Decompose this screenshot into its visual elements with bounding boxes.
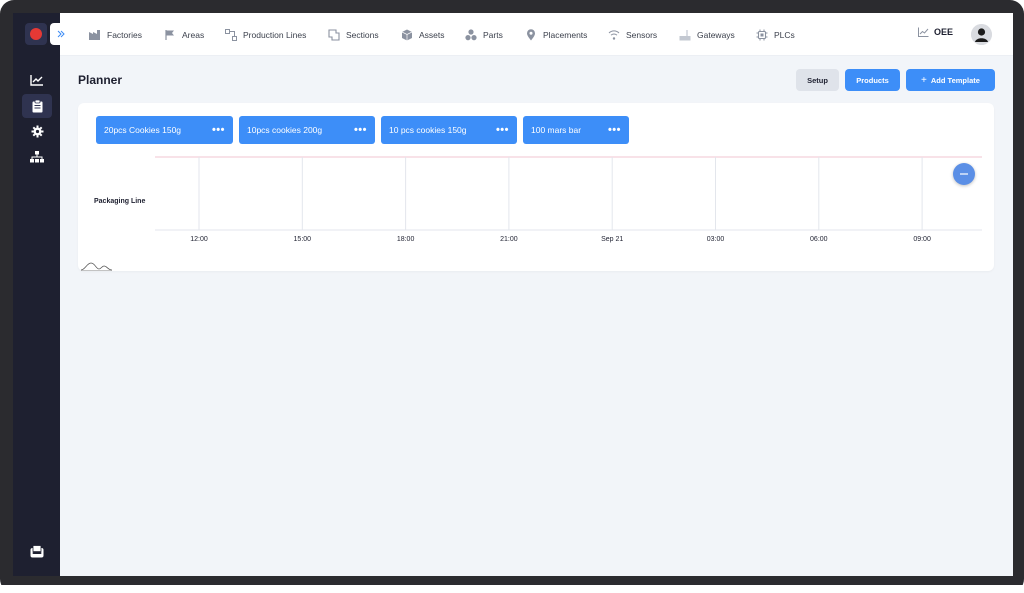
sidebar-item-inbox[interactable]: [22, 539, 52, 563]
timeline-tick-label: 12:00: [190, 236, 208, 243]
nav-item-label: Gateways: [697, 30, 735, 40]
nav-item-sensors[interactable]: Sensors: [608, 27, 657, 43]
nav-item-label: Assets: [419, 30, 445, 40]
template-chip[interactable]: 10pcs cookies 200g •••: [239, 116, 375, 144]
minus-icon: [960, 173, 968, 175]
nav-item-label: Areas: [182, 30, 205, 40]
nav-item-label: Parts: [483, 30, 503, 40]
sidebar-item-planner[interactable]: [22, 94, 52, 118]
nav-item-assets[interactable]: Assets: [401, 27, 445, 43]
expand-sidebar-button[interactable]: [50, 23, 72, 45]
template-chip[interactable]: 20pcs Cookies 150g •••: [96, 116, 233, 144]
factory-icon: [89, 30, 100, 40]
timeline-tick-label: 06:00: [810, 236, 828, 243]
nav-item-areas[interactable]: Areas: [164, 27, 204, 43]
oee-link[interactable]: OEE: [918, 27, 953, 37]
more-options-icon[interactable]: •••: [354, 124, 367, 136]
nav-item-plcs[interactable]: PLCs: [756, 27, 795, 43]
add-template-label: Add Template: [930, 75, 980, 85]
add-template-button[interactable]: + Add Template: [906, 69, 995, 91]
products-button[interactable]: Products: [845, 69, 900, 91]
template-label: 20pcs Cookies 150g: [104, 125, 182, 135]
template-chip[interactable]: 10 pcs cookies 150g •••: [381, 116, 517, 144]
waveform-icon: [80, 262, 113, 271]
chart-line-icon: [30, 75, 43, 86]
sidebar-item-settings[interactable]: [22, 119, 52, 143]
sidebar: [13, 13, 60, 576]
sidebar-item-hierarchy[interactable]: [22, 145, 52, 169]
oee-label: OEE: [934, 27, 954, 37]
chart-line-icon: [918, 27, 929, 37]
app-logo[interactable]: [25, 23, 47, 45]
page-title: Planner: [78, 73, 123, 87]
timeline-tick-label: 09:00: [913, 236, 931, 243]
timeline-minimap-icon[interactable]: [80, 258, 113, 276]
sitemap-icon: [30, 151, 44, 163]
nav-item-label: Factories: [107, 30, 142, 40]
nav-item-label: Production Lines: [243, 30, 307, 40]
nav-item-label: Sensors: [626, 30, 658, 40]
template-label: 100 mars bar: [531, 125, 582, 135]
nav-item-label: Placements: [543, 30, 588, 40]
template-chip[interactable]: 100 mars bar •••: [523, 116, 629, 144]
parts-icon: [465, 29, 477, 41]
timeline-grid[interactable]: 12:00 15:00 18:00 21:00 Sep 21 03:00 06:00 09:0…: [155, 156, 982, 248]
timeline-tick-label: Sep 21: [601, 236, 623, 243]
timeline-tick-label: 15:00: [294, 236, 312, 243]
nav-item-factories[interactable]: Factories: [89, 27, 142, 43]
pin-icon: [527, 29, 535, 41]
zoom-out-button[interactable]: [953, 163, 975, 185]
inbox-icon: [30, 544, 44, 557]
production-line-icon: [225, 29, 237, 41]
gateway-icon: [679, 30, 691, 41]
app-screen: Factories Areas Production Lines Section…: [13, 13, 1013, 576]
planner-card: 20pcs Cookies 150g ••• 10pcs cookies 200…: [78, 103, 994, 271]
sidebar-item-analytics[interactable]: [22, 68, 52, 92]
more-options-icon[interactable]: •••: [496, 124, 509, 136]
nav-item-label: PLCs: [774, 30, 795, 40]
timeline-row-label: Packaging Line: [94, 198, 146, 205]
nav-item-sections[interactable]: Sections: [328, 27, 379, 43]
timeline-tick-label: 18:00: [397, 236, 415, 243]
top-nav-bar: Factories Areas Production Lines Section…: [60, 13, 1013, 56]
logo-mark: [30, 28, 42, 40]
more-options-icon[interactable]: •••: [212, 124, 225, 136]
user-icon: [971, 24, 992, 45]
wifi-icon: [608, 30, 620, 40]
chip-icon: [756, 29, 768, 41]
nav-item-production-lines[interactable]: Production Lines: [225, 27, 306, 43]
plus-icon: +: [921, 74, 927, 86]
more-options-icon[interactable]: •••: [608, 124, 621, 136]
cube-icon: [401, 29, 413, 41]
template-label: 10 pcs cookies 150g: [389, 125, 467, 135]
nav-item-placements[interactable]: Placements: [525, 27, 587, 43]
flag-icon: [165, 30, 174, 40]
nav-item-label: Sections: [346, 30, 379, 40]
device-edge: [0, 585, 1024, 593]
sections-icon: [328, 29, 340, 41]
chevron-double-right-icon: [57, 30, 65, 38]
timeline-tick-label: 03:00: [707, 236, 725, 243]
setup-button[interactable]: Setup: [796, 69, 839, 91]
clipboard-icon: [32, 99, 42, 112]
timeline-tick-label: 21:00: [500, 236, 518, 243]
nav-item-gateways[interactable]: Gateways: [679, 27, 735, 43]
nav-item-parts[interactable]: Parts: [465, 27, 503, 43]
template-label: 10pcs cookies 200g: [247, 125, 323, 135]
user-avatar[interactable]: [971, 24, 992, 45]
gear-icon: [31, 125, 43, 137]
